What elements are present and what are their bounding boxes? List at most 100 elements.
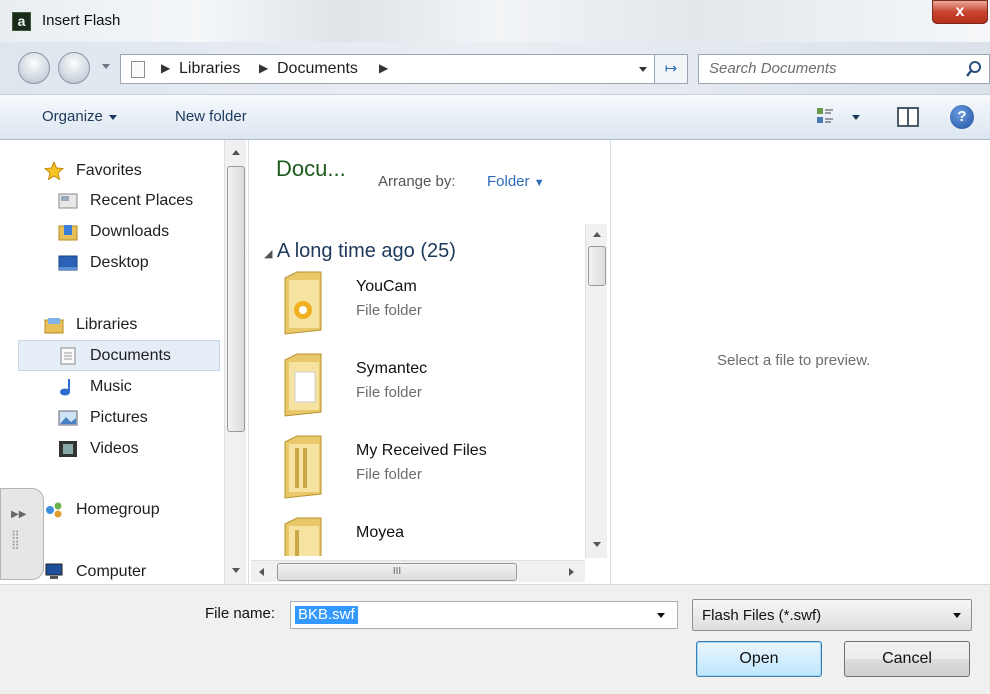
search-icon[interactable] [965, 60, 983, 78]
app-icon: a [12, 12, 31, 31]
group-header-label: A long time ago (25) [276, 240, 456, 262]
folder-icon [284, 271, 322, 335]
file-list-scrollbar[interactable] [585, 224, 607, 558]
expand-icon: ▶▶ [11, 509, 27, 520]
window-title: Insert Flash [42, 12, 121, 29]
help-icon[interactable]: ? [950, 105, 974, 129]
file-name: Moyea [356, 524, 405, 541]
nav-scrollbar[interactable] [224, 140, 246, 584]
address-row: ▶ Libraries ▶ Documents ▶ ↦ [0, 42, 990, 94]
chevron-down-icon: ▼ [533, 177, 545, 189]
file-type: File folder [356, 302, 422, 319]
nav-label: Pictures [90, 409, 148, 426]
breadcrumb-separator[interactable]: ▶ [161, 61, 170, 75]
recent-pages-caret[interactable] [102, 64, 110, 69]
open-button[interactable]: Open [696, 641, 822, 677]
recent-places-icon [58, 193, 78, 209]
file-type: File folder [356, 466, 422, 483]
libraries-icon [44, 318, 64, 334]
nav-label: Music [90, 378, 132, 395]
address-bar[interactable]: ▶ Libraries ▶ Documents ▶ [120, 54, 680, 84]
chevron-down-icon [953, 613, 961, 618]
nav-scroll-thumb[interactable] [227, 166, 245, 432]
file-name-dropdown[interactable] [657, 613, 665, 618]
nav-label: Recent Places [90, 192, 194, 209]
nav-label: Documents [90, 347, 171, 364]
file-hscroll-thumb[interactable]: III [277, 563, 517, 581]
computer-icon [45, 563, 63, 579]
search-box[interactable] [698, 54, 990, 84]
command-bar: Organize New folder ? [0, 94, 990, 140]
grip-icon: ⠿ ⠿ [11, 529, 20, 553]
desktop-icon [58, 255, 78, 271]
file-name: Symantec [356, 360, 428, 377]
folder-icon [284, 517, 322, 556]
scroll-left-icon[interactable] [259, 568, 264, 576]
address-dropdown[interactable] [639, 67, 647, 72]
music-icon [60, 379, 70, 396]
documents-icon [60, 347, 76, 365]
arrange-by-label: Arrange by: [378, 173, 456, 190]
refresh-icon[interactable]: ↦ [654, 54, 688, 84]
collapse-icon: ◢ [264, 248, 273, 260]
nav-label: Computer [76, 563, 147, 580]
file-name-field[interactable]: BKB.swf [290, 601, 678, 629]
document-icon [131, 61, 145, 78]
view-options-caret[interactable] [852, 115, 860, 120]
organize-button[interactable]: Organize [42, 108, 117, 125]
file-name: YouCam [356, 278, 417, 295]
folder-icon [284, 435, 322, 499]
nav-label: Favorites [76, 162, 142, 179]
nav-label: Videos [90, 440, 139, 457]
star-icon [44, 162, 64, 180]
scroll-down-icon[interactable] [232, 568, 240, 573]
scroll-up-icon[interactable] [593, 232, 601, 237]
scroll-right-icon[interactable] [569, 568, 574, 576]
homegroup-icon [46, 502, 62, 518]
folder-icon [284, 353, 322, 417]
file-name: My Received Files [356, 442, 487, 459]
organize-label: Organize [42, 108, 103, 125]
videos-icon [59, 441, 77, 457]
arrange-by-value: Folder [487, 173, 530, 190]
preview-pane: Select a file to preview. [610, 140, 990, 584]
scroll-down-icon[interactable] [593, 542, 601, 547]
file-type-select[interactable]: Flash Files (*.swf) [692, 599, 972, 631]
nav-label: Desktop [90, 254, 149, 271]
list-item[interactable]: YouCam File folder [281, 270, 571, 344]
group-header[interactable]: ◢ A long time ago (25) [264, 240, 456, 263]
back-icon[interactable] [18, 52, 50, 84]
nav-label: Homegroup [76, 501, 160, 518]
breadcrumb-documents[interactable]: Documents [277, 60, 358, 78]
view-options-icon[interactable] [816, 107, 834, 125]
new-folder-button[interactable]: New folder [175, 108, 247, 125]
search-input[interactable] [709, 60, 949, 77]
nav-label: Libraries [76, 316, 138, 333]
scroll-up-icon[interactable] [232, 150, 240, 155]
cancel-button[interactable]: Cancel [844, 641, 970, 677]
file-type: File folder [356, 384, 422, 401]
preview-pane-icon[interactable] [897, 107, 919, 127]
forward-icon[interactable] [58, 52, 90, 84]
breadcrumb-separator[interactable]: ▶ [259, 61, 268, 75]
title-bar: a Insert Flash x [0, 0, 990, 42]
chevron-down-icon [108, 114, 117, 120]
file-list-pane: Docu... Arrange by: Folder ▼ ◢ A long ti… [248, 140, 610, 584]
breadcrumb-separator[interactable]: ▶ [379, 61, 388, 75]
library-title: Docu... [276, 156, 346, 181]
close-button[interactable]: x [932, 0, 988, 24]
pictures-icon [58, 410, 78, 426]
side-panel-handle[interactable]: ▶▶ ⠿ ⠿ [0, 488, 44, 580]
breadcrumb-libraries[interactable]: Libraries [179, 60, 240, 78]
file-type-value: Flash Files (*.swf) [702, 607, 822, 624]
arrange-by-dropdown[interactable]: Folder ▼ [487, 173, 545, 190]
file-scroll-thumb[interactable] [588, 246, 606, 286]
list-item[interactable]: My Received Files File folder [281, 434, 571, 508]
file-name-value[interactable]: BKB.swf [295, 606, 358, 624]
file-name-label: File name: [205, 605, 276, 622]
file-list-hscrollbar[interactable]: III [251, 560, 585, 582]
list-item[interactable]: Symantec File folder [281, 352, 571, 426]
dialog-footer: File name: BKB.swf Flash Files (*.swf) O… [0, 584, 990, 694]
list-item[interactable]: Moyea [281, 516, 571, 556]
downloads-icon [58, 225, 78, 241]
